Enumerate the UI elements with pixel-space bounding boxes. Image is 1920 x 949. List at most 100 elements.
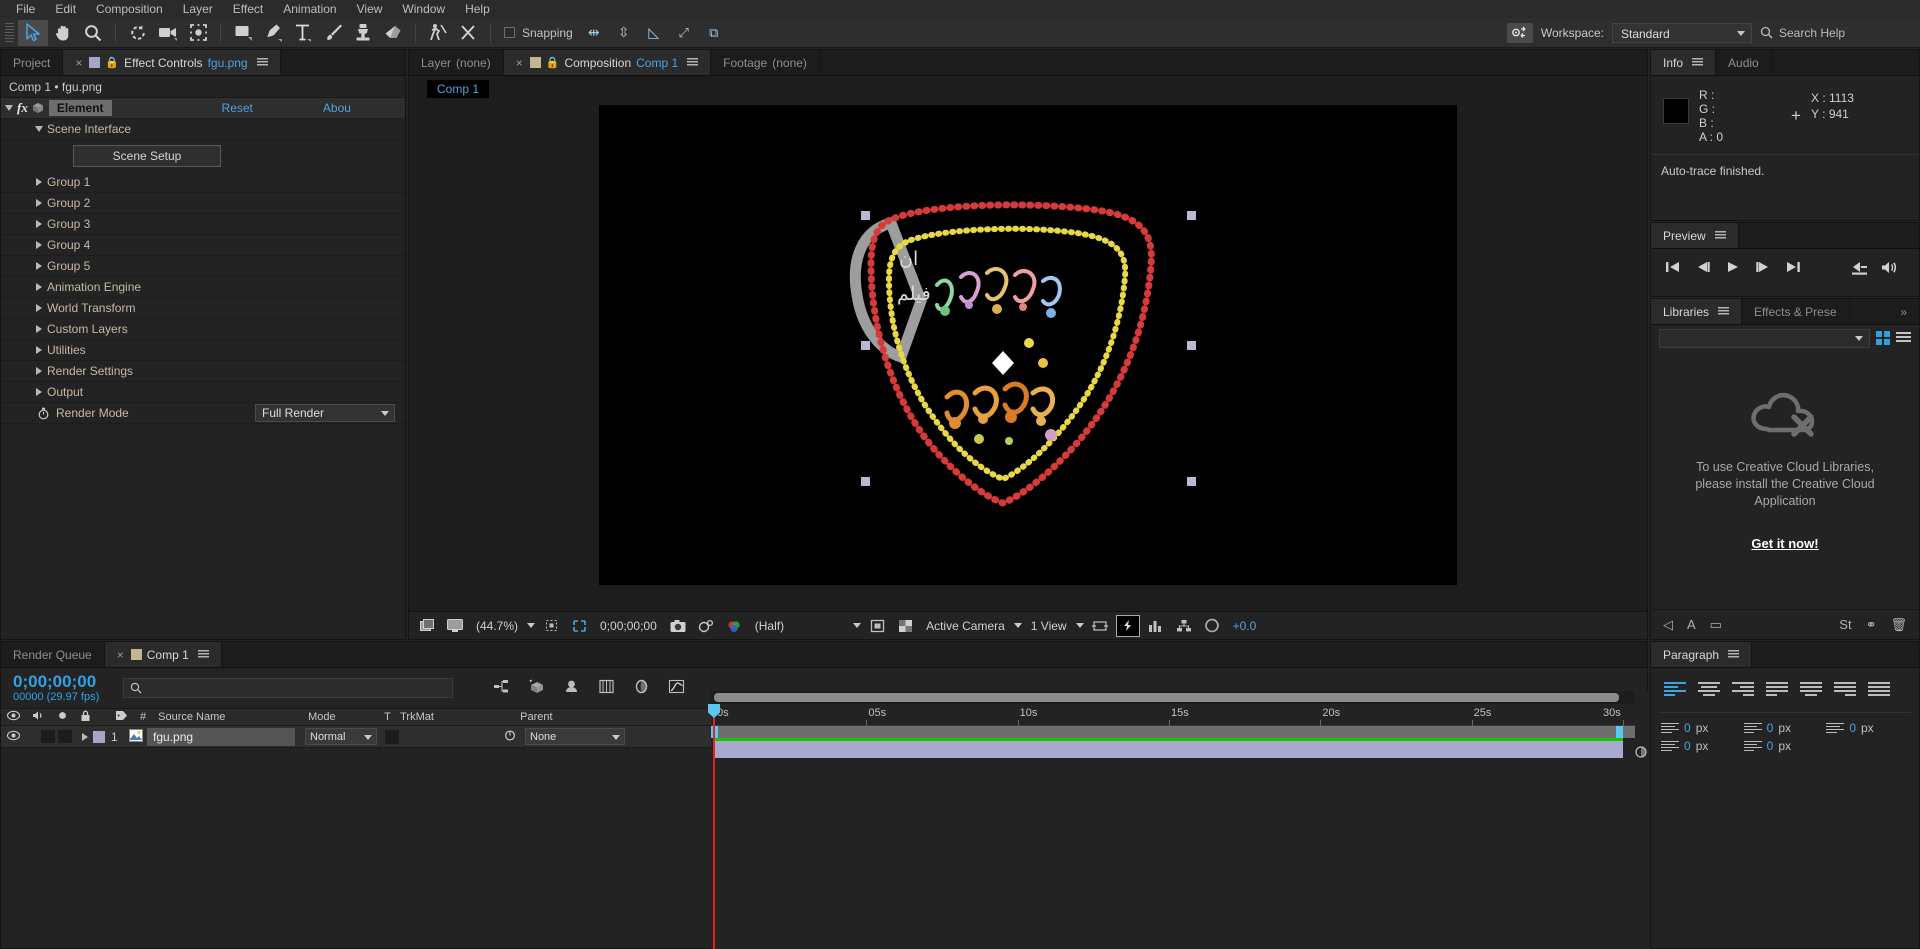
show-snapshot-icon[interactable] <box>694 615 718 637</box>
lock-icon[interactable]: 🔒 <box>105 56 119 69</box>
comp-subtab-item[interactable]: Comp 1 <box>427 80 490 98</box>
link-footer-icon[interactable]: ⚭ <box>1866 617 1877 633</box>
main-viewer-icon[interactable] <box>443 615 467 637</box>
layer-audio-toggle[interactable] <box>41 730 55 743</box>
selection-tool[interactable] <box>18 19 48 46</box>
chevron-right-icon[interactable] <box>36 304 42 312</box>
composition-stage[interactable]: ان فيلم <box>409 102 1647 587</box>
fast-previews-icon[interactable] <box>1115 614 1140 637</box>
tab-project[interactable]: Project <box>1 50 64 75</box>
chevron-right-icon[interactable] <box>36 367 42 375</box>
effect-group-group-1[interactable]: Group 1 <box>1 172 405 193</box>
take-snapshot-icon[interactable] <box>666 615 690 637</box>
align-left-button[interactable] <box>1661 678 1689 700</box>
panel-menu-icon[interactable] <box>197 650 209 659</box>
rotation-tool[interactable] <box>123 20 153 46</box>
effect-group-group-4[interactable]: Group 4 <box>1 235 405 256</box>
snap-to-grid-icon[interactable]: ⤢ <box>669 20 699 46</box>
chevron-right-icon[interactable] <box>36 220 42 228</box>
effect-name[interactable]: Element <box>48 100 112 116</box>
chevron-right-icon[interactable] <box>36 346 42 354</box>
column-header-mode[interactable]: Mode <box>302 711 378 723</box>
composition-canvas[interactable]: ان فيلم <box>599 104 1457 585</box>
tab-comp-1[interactable]: × Comp 1 <box>104 642 222 667</box>
render-mode-row[interactable]: Render Mode Full Render <box>1 403 405 424</box>
tab-composition[interactable]: × 🔒 Composition Comp 1 <box>503 50 712 75</box>
audio-footer-icon[interactable]: ◁ <box>1663 617 1673 633</box>
chevron-down-icon[interactable] <box>527 623 536 628</box>
clone-stamp-tool[interactable] <box>348 20 378 46</box>
justify-last-center-button[interactable] <box>1797 678 1825 700</box>
previous-frame-button[interactable] <box>1689 255 1717 279</box>
stopwatch-icon[interactable] <box>37 407 50 420</box>
tab-info[interactable]: Info <box>1651 50 1717 75</box>
layer-source-name[interactable]: fgu.png <box>147 727 295 746</box>
justify-all-button[interactable] <box>1865 678 1893 700</box>
next-frame-button[interactable] <box>1749 255 1777 279</box>
tab-paragraph[interactable]: Paragraph <box>1651 642 1753 667</box>
list-view-icon[interactable] <box>1896 332 1911 344</box>
resolution-value[interactable]: (Half) <box>750 619 789 633</box>
menu-item-window[interactable]: Window <box>392 0 455 18</box>
panel-menu-icon[interactable] <box>1728 650 1740 659</box>
layer-parent-select[interactable]: None <box>525 728 625 745</box>
panel-menu-icon[interactable] <box>687 58 699 67</box>
frame-blending-icon[interactable] <box>598 679 615 697</box>
roto-brush-tool[interactable] <box>423 20 453 46</box>
grid-view-icon[interactable] <box>1876 331 1890 345</box>
tab-audio[interactable]: Audio <box>1716 50 1772 75</box>
chevron-down-icon[interactable] <box>1013 623 1022 628</box>
draft-3d-icon[interactable] <box>528 679 545 697</box>
playhead[interactable] <box>708 704 720 949</box>
play-button[interactable] <box>1719 255 1747 279</box>
puppet-pin-tool[interactable] <box>453 20 483 46</box>
justify-last-left-button[interactable] <box>1763 678 1791 700</box>
align-center-button[interactable] <box>1695 678 1723 700</box>
brush-tool[interactable] <box>318 20 348 46</box>
channel-select-icon[interactable] <box>722 615 746 637</box>
region-of-interest-icon[interactable] <box>567 615 591 637</box>
exposure-icon[interactable] <box>1200 615 1224 637</box>
zoom-level[interactable]: (44.7%) <box>471 619 523 633</box>
chevron-right-icon[interactable] <box>36 262 42 270</box>
chevron-down-icon[interactable] <box>1075 623 1084 628</box>
snap-boundaries-icon[interactable]: ⧉ <box>699 20 729 46</box>
align-tool[interactable]: ⇹ <box>579 20 609 46</box>
zoom-tool[interactable] <box>78 20 108 46</box>
toolbar-grip[interactable] <box>5 22 14 43</box>
space-after-field[interactable]: 0 px <box>1743 739 1827 753</box>
chevron-right-icon[interactable] <box>36 283 42 291</box>
align-right-button[interactable] <box>1729 678 1757 700</box>
close-icon[interactable]: × <box>117 648 124 662</box>
tab-effects-presets[interactable]: Effects & Prese <box>1742 299 1850 324</box>
library-select[interactable] <box>1659 328 1870 348</box>
panel-menu-icon[interactable] <box>256 58 268 67</box>
tab-preview[interactable]: Preview <box>1651 223 1739 248</box>
camera-tool[interactable] <box>153 20 183 46</box>
timeline-work-area[interactable] <box>711 726 1649 738</box>
render-mode-select[interactable]: Full Render <box>255 404 395 422</box>
hide-shy-layers-icon[interactable] <box>563 679 580 697</box>
effect-reset-link[interactable]: Reset <box>222 101 253 115</box>
current-timecode[interactable]: 0;00;00;00 <box>595 619 662 633</box>
view-layout-value[interactable]: 1 View <box>1026 619 1072 633</box>
shape-tool[interactable] <box>228 20 258 46</box>
effect-group-animation-engine[interactable]: Animation Engine <box>1 277 405 298</box>
column-header-trkmat[interactable]: TrkMat <box>394 711 514 723</box>
effect-group-output[interactable]: Output <box>1 382 405 403</box>
eraser-tool[interactable] <box>378 20 408 46</box>
pixel-aspect-icon[interactable] <box>1088 615 1112 637</box>
layer-label-color[interactable] <box>93 730 105 743</box>
mask-tool[interactable]: ◺ <box>639 20 669 46</box>
tab-layer[interactable]: Layer (none) <box>409 50 504 75</box>
indent-left-field[interactable]: 0 px <box>1661 721 1744 735</box>
column-header-source-name[interactable]: Source Name <box>152 711 302 723</box>
rect-footer-icon[interactable]: ▭ <box>1710 617 1722 633</box>
timeline-horizontal-scrollbar[interactable] <box>711 691 1649 704</box>
graph-editor-icon[interactable] <box>668 679 685 697</box>
indent-first-line-field[interactable]: 0 px <box>1826 721 1909 735</box>
layer-video-toggle[interactable] <box>1 730 25 744</box>
expand-layer-triangle[interactable] <box>82 732 88 741</box>
column-header-parent[interactable]: Parent <box>514 711 558 723</box>
timeline-toggle-icon[interactable] <box>1144 615 1168 637</box>
